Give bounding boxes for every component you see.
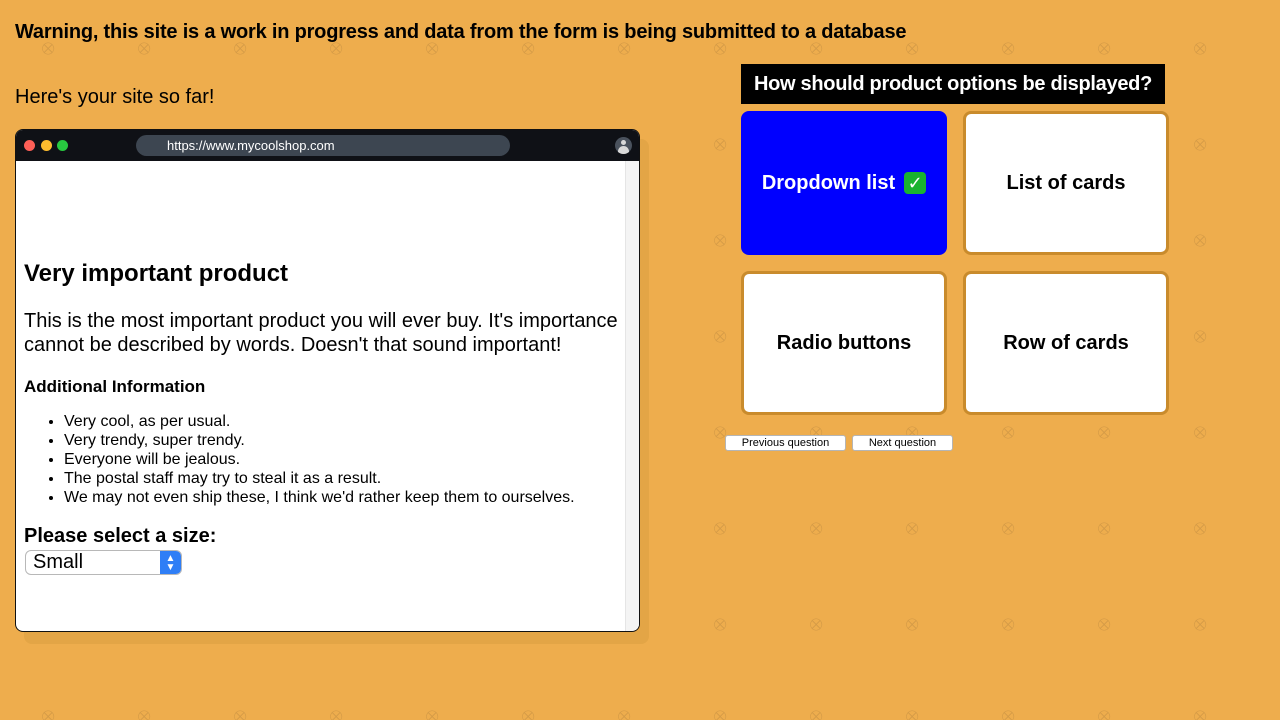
basket-icon: ⛒ — [1194, 41, 1207, 55]
basket-icon: ⛒ — [1002, 709, 1015, 720]
basket-icon: ⛒ — [618, 709, 631, 720]
basket-icon: ⛒ — [426, 709, 439, 720]
basket-icon: ⛒ — [1194, 233, 1207, 247]
product-description: This is the most important product you w… — [24, 310, 618, 356]
browser-toolbar: https://www.mycoolshop.com — [16, 130, 639, 161]
additional-info-heading: Additional Information — [24, 377, 206, 396]
basket-icon: ⛒ — [906, 41, 919, 55]
product-title: Very important product — [24, 260, 289, 287]
basket-icon: ⛒ — [1194, 521, 1207, 535]
profile-icon[interactable] — [615, 137, 632, 154]
basket-icon: ⛒ — [1194, 709, 1207, 720]
basket-icon: ⛒ — [330, 709, 343, 720]
basket-icon: ⛒ — [1002, 521, 1015, 535]
close-window-icon[interactable] — [24, 140, 35, 151]
basket-icon: ⛒ — [714, 709, 727, 720]
size-select[interactable]: Small ▲ ▼ — [25, 550, 182, 575]
preview-scrollbar[interactable] — [625, 161, 639, 631]
address-bar[interactable]: https://www.mycoolshop.com — [136, 135, 510, 156]
minimize-window-icon[interactable] — [41, 140, 52, 151]
basket-icon: ⛒ — [906, 709, 919, 720]
basket-icon: ⛒ — [714, 233, 727, 247]
option-dropdown-list[interactable]: Dropdown list ✓ — [741, 111, 947, 255]
maximize-window-icon[interactable] — [57, 140, 68, 151]
question-title: How should product options be displayed? — [741, 64, 1165, 104]
option-radio-buttons[interactable]: Radio buttons — [741, 271, 947, 415]
basket-icon: ⛒ — [1002, 617, 1015, 631]
basket-icon: ⛒ — [1098, 521, 1111, 535]
check-mark-icon: ✓ — [904, 172, 927, 194]
option-label: List of cards — [1006, 171, 1126, 194]
basket-icon: ⛒ — [906, 617, 919, 631]
basket-icon: ⛒ — [714, 521, 727, 535]
basket-icon: ⛒ — [714, 617, 727, 631]
basket-icon: ⛒ — [1098, 41, 1111, 55]
basket-icon: ⛒ — [714, 329, 727, 343]
basket-icon: ⛒ — [1098, 617, 1111, 631]
basket-icon: ⛒ — [234, 709, 247, 720]
preview-content: Very important product This is the most … — [16, 161, 625, 631]
basket-icon: ⛒ — [810, 617, 823, 631]
basket-icon: ⛒ — [1098, 709, 1111, 720]
option-label: Row of cards — [1003, 331, 1129, 354]
basket-icon: ⛒ — [1194, 617, 1207, 631]
basket-icon: ⛒ — [1002, 41, 1015, 55]
basket-icon: ⛒ — [906, 521, 919, 535]
basket-icon: ⛒ — [714, 137, 727, 151]
select-arrows-icon: ▲ ▼ — [160, 551, 181, 574]
basket-icon: ⛒ — [1002, 425, 1015, 439]
option-list-of-cards[interactable]: List of cards — [963, 111, 1169, 255]
basket-icon: ⛒ — [522, 709, 535, 720]
additional-info-list: Very cool, as per usual. Very trendy, su… — [24, 412, 575, 507]
list-item: We may not even ship these, I think we'd… — [64, 488, 575, 507]
browser-preview: https://www.mycoolshop.com Very importan… — [15, 129, 640, 632]
list-item: Very trendy, super trendy. — [64, 431, 575, 450]
basket-icon: ⛒ — [1098, 425, 1111, 439]
intro-text: Here's your site so far! — [15, 86, 215, 108]
basket-icon: ⛒ — [1194, 425, 1207, 439]
list-item: The postal staff may try to steal it as … — [64, 469, 575, 488]
warning-banner: Warning, this site is a work in progress… — [15, 21, 907, 43]
basket-icon: ⛒ — [1194, 329, 1207, 343]
basket-icon: ⛒ — [810, 709, 823, 720]
list-item: Everyone will be jealous. — [64, 450, 575, 469]
basket-icon: ⛒ — [42, 709, 55, 720]
size-select-value: Small — [33, 551, 84, 573]
list-item: Very cool, as per usual. — [64, 412, 575, 431]
basket-icon: ⛒ — [138, 709, 151, 720]
basket-icon: ⛒ — [810, 521, 823, 535]
size-label: Please select a size: — [24, 525, 217, 547]
option-row-of-cards[interactable]: Row of cards — [963, 271, 1169, 415]
option-label: Dropdown list — [761, 171, 896, 194]
next-question-button[interactable]: Next question — [852, 435, 953, 451]
option-label: Radio buttons — [776, 331, 912, 354]
basket-icon: ⛒ — [1194, 137, 1207, 151]
previous-question-button[interactable]: Previous question — [725, 435, 846, 451]
